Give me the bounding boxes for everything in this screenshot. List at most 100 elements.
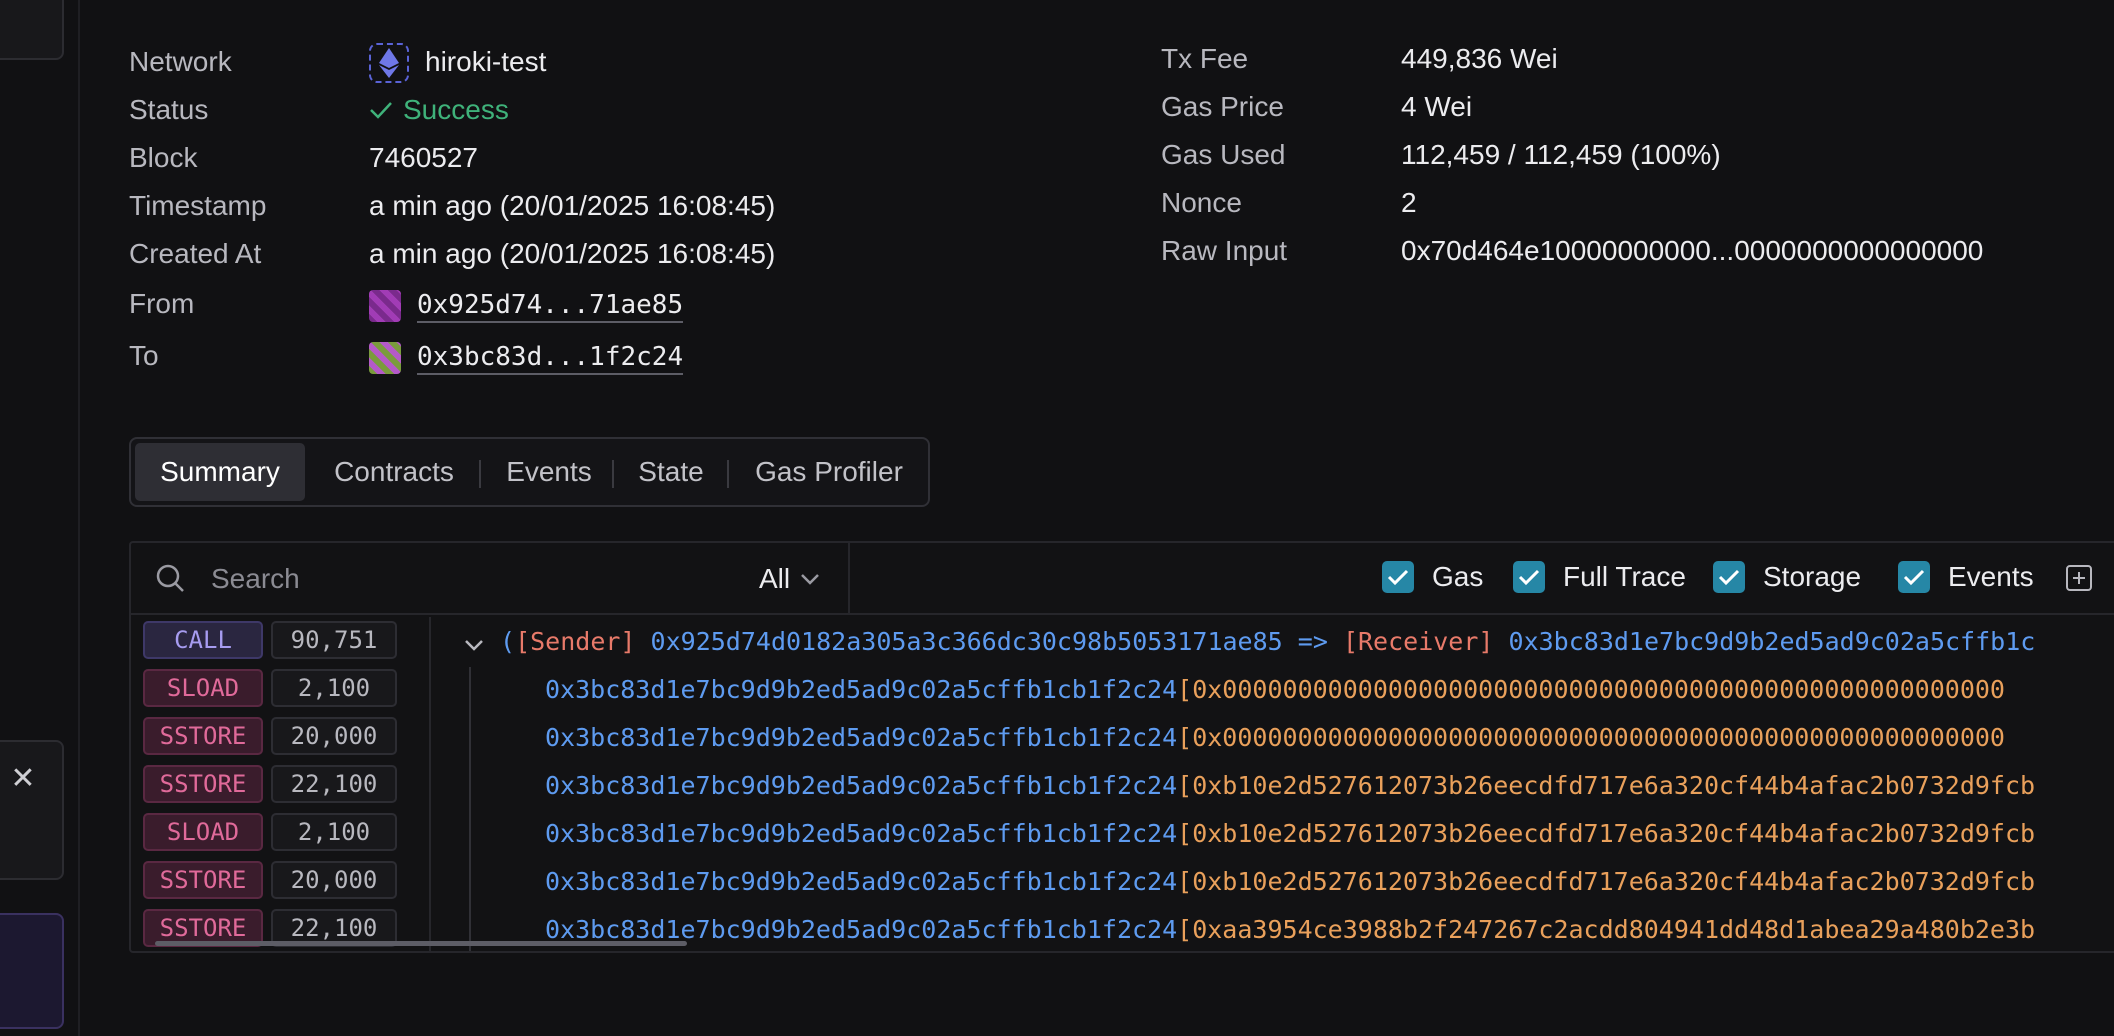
storage-toggle[interactable]: Storage [1713,561,1861,593]
tab-bar: Summary Contracts Events State Gas Profi… [129,437,930,507]
checkbox-checked-icon [1382,561,1414,593]
storage-slot: [0xb10e2d527612073b26eecdfd717e6a320cf44… [1177,819,2036,848]
call-arrow: => [1297,627,1328,656]
network-label: Network [129,46,232,77]
full-trace-toggle[interactable]: Full Trace [1513,561,1686,593]
trace-toolbar: All Gas Full Trace Storage Events [131,543,2114,615]
gas-badge: 22,100 [271,765,397,803]
to-avatar [369,342,401,374]
sidebar-card-selected[interactable] [0,913,64,1029]
horizontal-scrollbar[interactable] [155,941,687,946]
gas-badge: 20,000 [271,717,397,755]
op-badge-sstore: SSTORE [143,765,263,803]
block-label: Block [129,142,198,173]
op-badge-sstore: SSTORE [143,717,263,755]
sender-address[interactable]: 0x925d74d0182a305a3c366dc30c98b5053171ae… [651,627,1283,656]
storage-slot: [0xb10e2d527612073b26eecdfd717e6a320cf44… [1177,867,2036,896]
sidebar-panel [0,740,64,880]
checkbox-checked-icon [1513,561,1545,593]
events-toggle[interactable]: Events [1898,561,2034,593]
nonce-label: Nonce [1161,187,1242,218]
status-text: Success [403,94,509,125]
trace-row[interactable]: 0x3bc83d1e7bc9d9b2ed5ad9c02a5cffb1cb1f2c… [545,723,2005,752]
gas-toggle[interactable]: Gas [1382,561,1483,593]
ethereum-icon [369,43,409,83]
raw-input-value: 0x70d464e10000000000...0000000000000000 [1401,235,1984,266]
tx-fee-label: Tx Fee [1161,43,1249,74]
from-address-link[interactable]: 0x925d74...71ae85 [417,290,684,323]
trace-row[interactable]: 0x3bc83d1e7bc9d9b2ed5ad9c02a5cffb1cb1f2c… [545,867,2035,896]
gas-price-label: Gas Price [1161,91,1284,122]
checkbox-checked-icon [1898,561,1930,593]
gas-used-label: Gas Used [1161,139,1286,170]
from-label: From [129,288,195,319]
gas-badge: 20,000 [271,861,397,899]
gas-price-value: 4 Wei [1401,91,1473,122]
tab-state[interactable]: State [615,443,727,501]
chevron-down-icon[interactable] [461,632,487,658]
trace-row[interactable]: 0x3bc83d1e7bc9d9b2ed5ad9c02a5cffb1cb1f2c… [545,771,2035,800]
tab-events[interactable]: Events [483,443,615,501]
trace-row[interactable]: 0x3bc83d1e7bc9d9b2ed5ad9c02a5cffb1cb1f2c… [545,675,2005,704]
storage-slot: [0xb10e2d527612073b26eecdfd717e6a320cf44… [1177,771,2036,800]
op-badge-call: CALL [143,621,263,659]
contract-address[interactable]: 0x3bc83d1e7bc9d9b2ed5ad9c02a5cffb1cb1f2c… [545,819,1177,848]
sidebar-card[interactable] [0,0,64,60]
column-divider [429,617,431,951]
to-address-link[interactable]: 0x3bc83d...1f2c24 [417,342,684,375]
receiver-address[interactable]: 0x3bc83d1e7bc9d9b2ed5ad9c02a5cffb1c [1509,627,2036,656]
contract-address[interactable]: 0x3bc83d1e7bc9d9b2ed5ad9c02a5cffb1cb1f2c… [545,771,1177,800]
gas-toggle-label: Gas [1432,561,1484,592]
gas-badge: 2,100 [271,813,397,851]
tab-separator [727,460,729,488]
raw-input-label: Raw Input [1161,235,1288,266]
expand-icon[interactable] [2064,563,2094,593]
events-toggle-label: Events [1948,561,2034,592]
contract-address[interactable]: 0x3bc83d1e7bc9d9b2ed5ad9c02a5cffb1cb1f2c… [545,675,1177,704]
call-open-paren: ( [500,627,516,656]
trace-panel: All Gas Full Trace Storage Events CALL 9… [129,541,2114,953]
trace-row[interactable]: 0x3bc83d1e7bc9d9b2ed5ad9c02a5cffb1cb1f2c… [545,819,2035,848]
search-icon [156,564,184,592]
checkbox-checked-icon [1713,561,1745,593]
full-trace-toggle-label: Full Trace [1563,561,1686,592]
to-label: To [129,340,159,371]
op-badge-sstore: SSTORE [143,861,263,899]
left-sidebar: ✕ [0,0,80,1036]
tab-contracts[interactable]: Contracts [311,443,477,501]
tab-separator [479,460,481,488]
filter-value: All [759,563,791,594]
created-at-value: a min ago (20/01/2025 16:08:45) [369,238,776,269]
storage-slot: [0xaa3954ce3988b2f247267c2acdd804941dd48… [1177,915,2036,944]
status-label: Status [129,94,209,125]
tab-summary[interactable]: Summary [135,443,305,501]
tx-fee-value: 449,836 Wei [1401,43,1558,74]
storage-slot: [0x0000000000000000000000000000000000000… [1177,723,2005,752]
timestamp-label: Timestamp [129,190,267,221]
tab-gas-profiler[interactable]: Gas Profiler [731,443,927,501]
timestamp-value: a min ago (20/01/2025 16:08:45) [369,190,776,221]
tab-separator [612,460,614,488]
call-trace-line[interactable]: ([Sender] 0x925d74d0182a305a3c366dc30c98… [500,627,2035,656]
search-input[interactable] [211,559,811,599]
contract-address[interactable]: 0x3bc83d1e7bc9d9b2ed5ad9c02a5cffb1cb1f2c… [545,915,1177,944]
trace-tree-line [469,667,471,951]
contract-address[interactable]: 0x3bc83d1e7bc9d9b2ed5ad9c02a5cffb1cb1f2c… [545,723,1177,752]
block-value: 7460527 [369,142,479,173]
network-value: hiroki-test [425,46,547,77]
trace-row[interactable]: 0x3bc83d1e7bc9d9b2ed5ad9c02a5cffb1cb1f2c… [545,915,2035,944]
gas-badge: 90,751 [271,621,397,659]
filter-select[interactable]: All [759,559,820,599]
receiver-tag: [Receiver] [1342,627,1494,656]
op-badge-sload: SLOAD [143,813,263,851]
contract-address[interactable]: 0x3bc83d1e7bc9d9b2ed5ad9c02a5cffb1cb1f2c… [545,867,1177,896]
op-badge-sload: SLOAD [143,669,263,707]
storage-slot: [0x0000000000000000000000000000000000000… [1177,675,2005,704]
storage-toggle-label: Storage [1763,561,1862,592]
from-avatar [369,290,401,322]
toolbar-divider [848,543,850,615]
close-icon[interactable]: ✕ [8,764,38,794]
chevron-down-icon [801,574,820,585]
gas-badge: 2,100 [271,669,397,707]
status-value: Success [369,94,509,126]
